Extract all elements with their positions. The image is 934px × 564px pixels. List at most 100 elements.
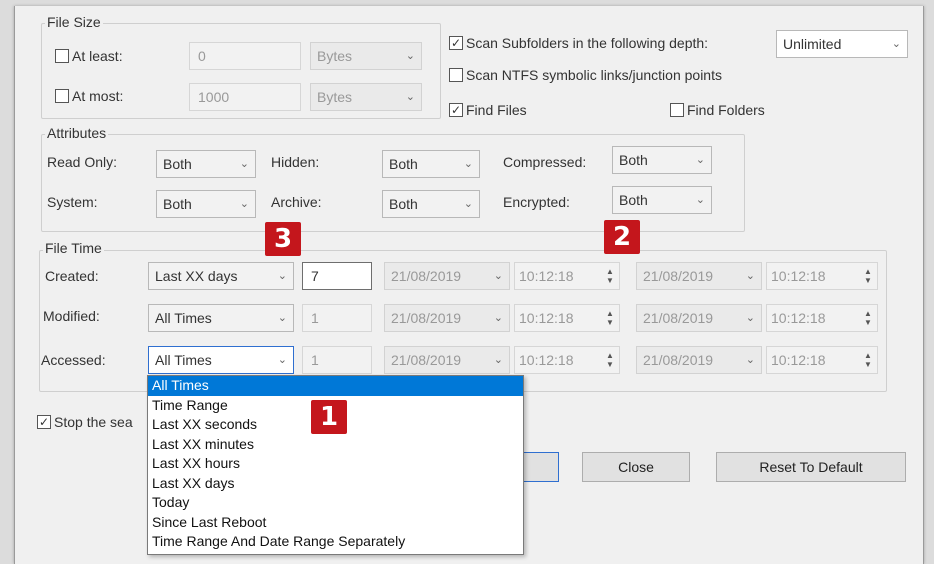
compressed-value: Both: [619, 152, 648, 168]
scan-subfolders-label: Scan Subfolders in the following depth:: [466, 35, 709, 51]
dropdown-option[interactable]: Last XX days: [148, 474, 523, 494]
annotation-badge-1: 1: [311, 400, 347, 434]
compressed-label: Compressed:: [503, 154, 587, 170]
chevron-down-icon: ⌄: [405, 91, 415, 103]
spinner-icon[interactable]: ▲ ▼: [603, 308, 617, 328]
encrypted-label: Encrypted:: [503, 194, 570, 210]
reset-default-button[interactable]: Reset To Default: [716, 452, 906, 482]
checkmark-icon: ✓: [449, 103, 463, 117]
accessed-label: Accessed:: [41, 352, 106, 368]
checkbox-icon: [449, 68, 463, 82]
chevron-down-icon: ⌄: [277, 312, 287, 324]
chevron-down-icon: ⌄: [239, 158, 249, 170]
chevron-down-icon: ⌄: [891, 38, 901, 50]
created-from-time[interactable]: 10:12:18 ▲ ▼: [514, 262, 620, 290]
accessed-count-input[interactable]: 1: [302, 346, 372, 374]
accessed-to-date[interactable]: 21/08/2019 ⌄: [636, 346, 762, 374]
checkbox-icon: [55, 49, 69, 63]
modified-from-date[interactable]: 21/08/2019 ⌄: [384, 304, 510, 332]
accessed-to-time-value: 10:12:18: [771, 352, 826, 368]
accessed-from-time[interactable]: 10:12:18 ▲ ▼: [514, 346, 620, 374]
chevron-down-icon: ⌄: [239, 198, 249, 210]
at-least-value-input[interactable]: 0: [189, 42, 301, 70]
find-folders-label: Find Folders: [687, 102, 765, 118]
annotation-badge-2: 2: [604, 220, 640, 254]
archive-label: Archive:: [271, 194, 322, 210]
modified-mode-select[interactable]: All Times ⌄: [148, 304, 294, 332]
at-most-unit-value: Bytes: [317, 89, 353, 105]
encrypted-value: Both: [619, 192, 648, 208]
accessed-mode-select[interactable]: All Times ⌄: [148, 346, 294, 374]
chevron-down-icon: ⌄: [695, 154, 705, 166]
read-only-value: Both: [163, 156, 192, 172]
created-to-time[interactable]: 10:12:18 ▲ ▼: [766, 262, 878, 290]
modified-from-time[interactable]: 10:12:18 ▲ ▼: [514, 304, 620, 332]
created-mode-value: Last XX days: [155, 268, 238, 284]
find-folders-checkbox[interactable]: Find Folders: [670, 102, 765, 118]
checkmark-icon: ✓: [449, 36, 463, 50]
file-size-title: File Size: [45, 14, 103, 30]
dropdown-option[interactable]: All Times: [148, 376, 523, 396]
modified-to-time[interactable]: 10:12:18 ▲ ▼: [766, 304, 878, 332]
dropdown-option[interactable]: Since Last Reboot: [148, 513, 523, 533]
depth-value: Unlimited: [783, 36, 842, 52]
depth-select[interactable]: Unlimited ⌄: [776, 30, 908, 58]
chevron-down-icon: ⌄: [745, 354, 755, 366]
created-from-time-value: 10:12:18: [519, 268, 574, 284]
modified-from-time-value: 10:12:18: [519, 310, 574, 326]
accessed-to-time[interactable]: 10:12:18 ▲ ▼: [766, 346, 878, 374]
close-button[interactable]: Close: [582, 452, 690, 482]
dropdown-option[interactable]: Today: [148, 493, 523, 513]
created-from-date[interactable]: 21/08/2019 ⌄: [384, 262, 510, 290]
modified-to-date[interactable]: 21/08/2019 ⌄: [636, 304, 762, 332]
spinner-icon[interactable]: ▲ ▼: [861, 266, 875, 286]
created-to-date[interactable]: 21/08/2019 ⌄: [636, 262, 762, 290]
chevron-down-icon: ⌄: [277, 354, 287, 366]
created-from-date-value: 21/08/2019: [391, 268, 462, 284]
dropdown-option[interactable]: Time Range And Date Range Separately: [148, 532, 523, 552]
dropdown-option[interactable]: Last XX minutes: [148, 435, 523, 455]
hidden-select[interactable]: Both ⌄: [382, 150, 480, 178]
system-select[interactable]: Both ⌄: [156, 190, 256, 218]
accessed-to-date-value: 21/08/2019: [643, 352, 714, 368]
at-most-checkbox[interactable]: At most:: [55, 88, 123, 104]
at-least-checkbox[interactable]: At least:: [55, 48, 123, 64]
hidden-label: Hidden:: [271, 154, 320, 170]
system-label: System:: [47, 194, 98, 210]
at-most-unit-select[interactable]: Bytes ⌄: [310, 83, 422, 111]
archive-value: Both: [389, 196, 418, 212]
checkbox-icon: [670, 103, 684, 117]
created-mode-select[interactable]: Last XX days ⌄: [148, 262, 294, 290]
accessed-mode-value: All Times: [155, 352, 212, 368]
modified-to-time-value: 10:12:18: [771, 310, 826, 326]
read-only-select[interactable]: Both ⌄: [156, 150, 256, 178]
spinner-icon[interactable]: ▲ ▼: [861, 350, 875, 370]
at-least-label: At least:: [72, 48, 123, 64]
at-least-unit-select[interactable]: Bytes ⌄: [310, 42, 422, 70]
scan-ntfs-checkbox[interactable]: Scan NTFS symbolic links/junction points: [449, 67, 722, 83]
encrypted-select[interactable]: Both ⌄: [612, 186, 712, 214]
chevron-down-icon: ⌄: [463, 158, 473, 170]
stop-search-label: Stop the sea: [54, 414, 133, 430]
modified-count-input[interactable]: 1: [302, 304, 372, 332]
chevron-down-icon: ⌄: [493, 270, 503, 282]
created-count-input[interactable]: 7: [302, 262, 372, 290]
dropdown-option[interactable]: Last XX hours: [148, 454, 523, 474]
at-most-label: At most:: [72, 88, 124, 104]
archive-select[interactable]: Both ⌄: [382, 190, 480, 218]
spinner-icon[interactable]: ▲ ▼: [603, 266, 617, 286]
stop-search-checkbox[interactable]: ✓ Stop the sea: [37, 414, 133, 430]
modified-to-date-value: 21/08/2019: [643, 310, 714, 326]
attributes-title: Attributes: [45, 125, 109, 141]
scan-subfolders-checkbox[interactable]: ✓ Scan Subfolders in the following depth…: [449, 35, 708, 51]
spinner-icon[interactable]: ▲ ▼: [861, 308, 875, 328]
checkbox-icon: [55, 89, 69, 103]
at-most-value-input[interactable]: 1000: [189, 83, 301, 111]
created-to-date-value: 21/08/2019: [643, 268, 714, 284]
chevron-down-icon: ⌄: [493, 312, 503, 324]
accessed-from-date[interactable]: 21/08/2019 ⌄: [384, 346, 510, 374]
compressed-select[interactable]: Both ⌄: [612, 146, 712, 174]
spinner-icon[interactable]: ▲ ▼: [603, 350, 617, 370]
chevron-down-icon: ⌄: [277, 270, 287, 282]
find-files-checkbox[interactable]: ✓ Find Files: [449, 102, 527, 118]
